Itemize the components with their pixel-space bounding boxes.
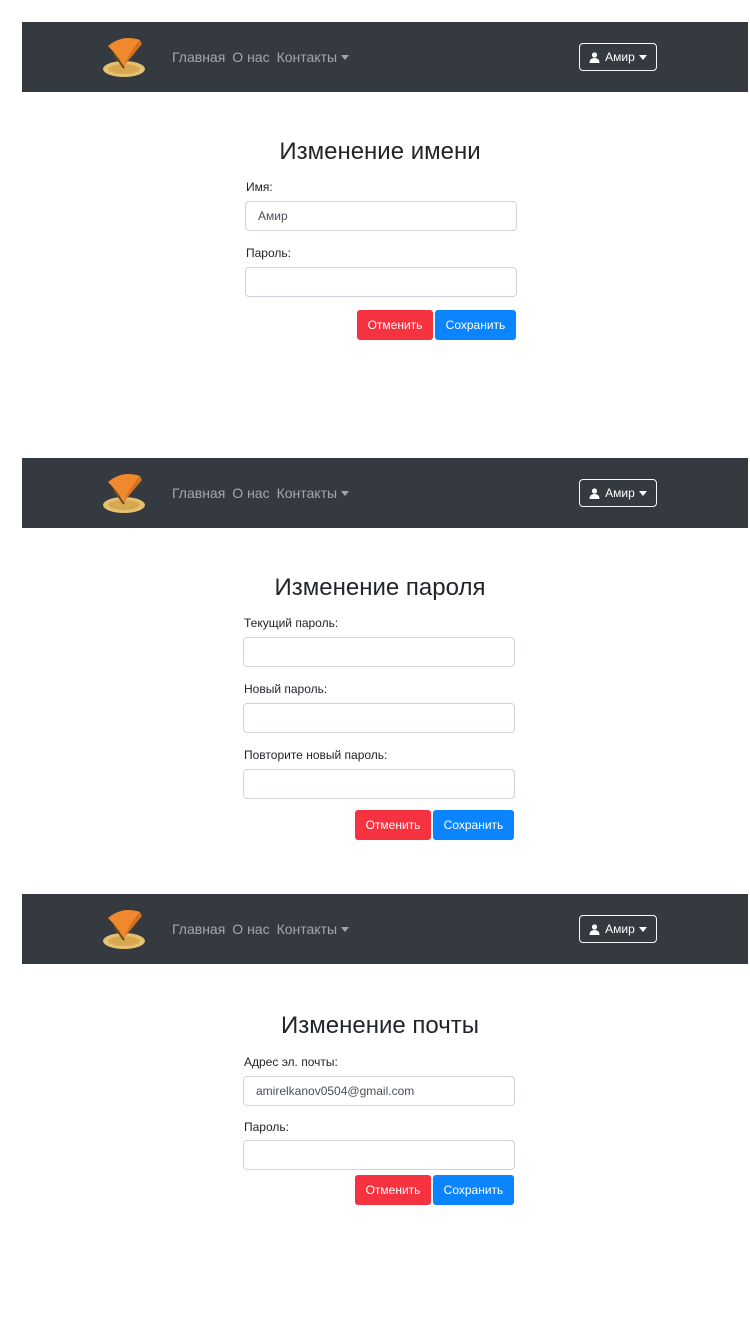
email-input[interactable]: [243, 1076, 515, 1106]
caret-down-icon: [638, 490, 647, 496]
password-label: Пароль:: [246, 246, 291, 260]
user-icon: [589, 487, 600, 499]
save-button[interactable]: Сохранить: [433, 810, 514, 840]
logo-icon[interactable]: [100, 904, 148, 952]
nav-link-about[interactable]: О нас: [232, 485, 269, 501]
nav-links: Главная О нас Контакты: [172, 458, 356, 528]
page-title: Изменение имени: [279, 138, 481, 165]
cancel-button[interactable]: Отменить: [355, 810, 431, 840]
logo-icon[interactable]: [100, 32, 148, 80]
new-password-label: Новый пароль:: [244, 682, 328, 696]
user-menu-label: Амир: [605, 50, 635, 64]
save-button[interactable]: Сохранить: [433, 1175, 514, 1205]
nav-link-contacts-label: Контакты: [276, 485, 338, 501]
caret-down-icon: [638, 926, 647, 932]
nav-link-contacts[interactable]: Контакты: [276, 485, 350, 501]
caret-down-icon: [341, 926, 350, 932]
caret-down-icon: [638, 54, 647, 60]
email-label: Адрес эл. почты:: [244, 1055, 338, 1069]
name-input[interactable]: [245, 201, 517, 231]
current-password-label: Текущий пароль:: [244, 616, 339, 630]
nav-links: Главная О нас Контакты: [172, 22, 356, 92]
nav-link-home[interactable]: Главная: [172, 49, 225, 65]
nav-link-about[interactable]: О нас: [232, 49, 269, 65]
nav-link-about[interactable]: О нас: [232, 921, 269, 937]
cancel-button[interactable]: Отменить: [355, 1175, 431, 1205]
nav-link-home[interactable]: Главная: [172, 921, 225, 937]
password-input[interactable]: [245, 267, 517, 297]
caret-down-icon: [341, 490, 350, 496]
page-title: Изменение пароля: [274, 574, 486, 601]
user-icon: [589, 923, 600, 935]
current-password-input[interactable]: [243, 637, 515, 667]
navbar: Главная О нас Контакты Амир: [22, 458, 748, 528]
repeat-password-input[interactable]: [243, 769, 515, 799]
user-menu-label: Амир: [605, 486, 635, 500]
new-password-input[interactable]: [243, 703, 515, 733]
user-icon: [589, 51, 600, 63]
password-input[interactable]: [243, 1140, 515, 1170]
user-menu-button[interactable]: Амир: [579, 479, 657, 507]
nav-link-contacts[interactable]: Контакты: [276, 49, 350, 65]
nav-link-contacts-label: Контакты: [276, 921, 338, 937]
nav-links: Главная О нас Контакты: [172, 894, 356, 964]
nav-link-contacts-label: Контакты: [276, 49, 338, 65]
page-title: Изменение почты: [281, 1012, 479, 1039]
save-button[interactable]: Сохранить: [435, 310, 516, 340]
navbar: Главная О нас Контакты Амир: [22, 894, 748, 964]
cancel-button[interactable]: Отменить: [357, 310, 433, 340]
password-label: Пароль:: [244, 1120, 289, 1134]
user-menu-label: Амир: [605, 922, 635, 936]
user-menu-button[interactable]: Амир: [579, 915, 657, 943]
nav-link-home[interactable]: Главная: [172, 485, 225, 501]
navbar: Главная О нас Контакты Амир: [22, 22, 748, 92]
caret-down-icon: [341, 54, 350, 60]
name-label: Имя:: [246, 180, 273, 194]
user-menu-button[interactable]: Амир: [579, 43, 657, 71]
repeat-password-label: Повторите новый пароль:: [244, 748, 388, 762]
nav-link-contacts[interactable]: Контакты: [276, 921, 350, 937]
logo-icon[interactable]: [100, 468, 148, 516]
